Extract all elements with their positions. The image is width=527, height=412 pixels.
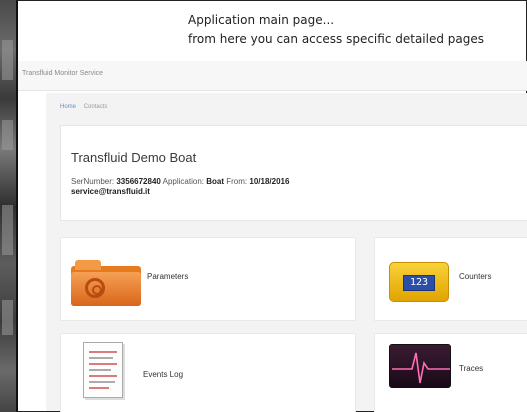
folder-gear-icon (71, 258, 141, 306)
doc-line (89, 363, 117, 365)
trace-screen (389, 344, 451, 388)
app-title[interactable]: Transfluid Monitor Service (22, 70, 103, 77)
boat-details: SerNumber: 3356672840 Application: Boat … (71, 177, 527, 197)
gear-icon (85, 278, 105, 298)
strip-segment (2, 300, 13, 335)
doc-line (89, 351, 117, 353)
from-label: From: (226, 177, 248, 186)
trace-line (392, 352, 450, 384)
breadcrumb-current: Contacts (83, 104, 108, 110)
doc-line (89, 387, 109, 389)
strip-segment (2, 120, 13, 150)
strip-segment (2, 205, 13, 255)
doc-line (89, 369, 111, 371)
serial-label: SerNumber: (71, 177, 115, 186)
screenshot-frame: Application main page... from here you c… (16, 0, 527, 412)
doc-line (89, 375, 117, 377)
trace-wave (392, 352, 450, 384)
application-label: Application: (162, 177, 204, 186)
folder-front-shape (71, 272, 141, 306)
counters-tile[interactable]: 123 Counters (374, 237, 527, 321)
strip-segment (2, 40, 13, 80)
app-header: Transfluid Monitor Service (18, 61, 527, 91)
doc-line (89, 381, 115, 383)
main-content: Home Contacts Transfluid Demo Boat SerNu… (46, 93, 527, 412)
callout-line-1: Application main page... (188, 13, 335, 27)
document-icon (83, 342, 127, 400)
annotation-callout: Application main page... from here you c… (188, 11, 527, 49)
callout-line-2: from here you can access specific detail… (188, 32, 484, 46)
oscilloscope-icon (389, 344, 451, 388)
parameters-tile[interactable]: Parameters (60, 237, 356, 321)
left-edge-strip (0, 0, 16, 412)
breadcrumb-home[interactable]: Home (60, 104, 76, 110)
from-value: 10/18/2016 (249, 177, 290, 186)
counter-icon: 123 (389, 258, 449, 302)
application-value: Boat (206, 177, 225, 186)
events-log-label: Events Log (143, 370, 184, 379)
counters-label: Counters (459, 272, 492, 281)
breadcrumb: Home Contacts (60, 104, 113, 110)
parameters-label: Parameters (147, 272, 189, 281)
doc-line (89, 357, 113, 359)
traces-tile[interactable]: Traces (374, 333, 527, 412)
boat-name: Transfluid Demo Boat (71, 150, 197, 165)
counter-display: 123 (403, 275, 435, 291)
service-email: service@transfluid.it (71, 187, 150, 196)
traces-label: Traces (459, 364, 484, 373)
serial-value: 3356672840 (116, 177, 161, 186)
events-log-tile[interactable]: Events Log (60, 333, 356, 412)
folder-tab-shape (75, 260, 101, 270)
boat-info-card: Transfluid Demo Boat SerNumber: 33566728… (60, 125, 527, 221)
document-page (83, 342, 123, 398)
